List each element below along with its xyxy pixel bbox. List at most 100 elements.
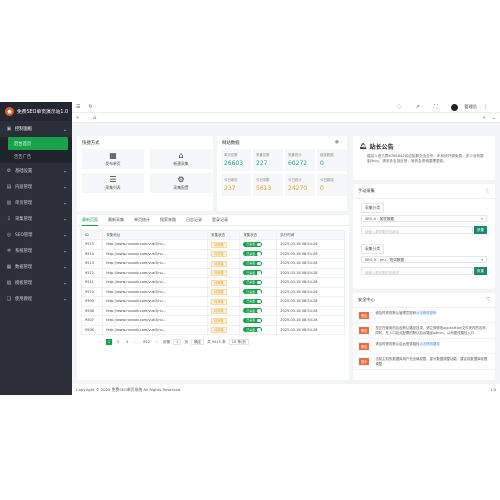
table-row[interactable]: 9511 http://www.runoob.com/vue3/nu... 待采集 已… [80,277,345,288]
tabs-close-icon[interactable]: ⌄ [492,115,496,121]
cell-url[interactable]: http://www.runoob.com/vue3/nu... [102,296,209,307]
sidebar-item[interactable]: ▧ 模板管理 ▾ [0,275,72,291]
quick-action-button[interactable]: ▦ 发布单页 [82,149,144,169]
toggle-label: 已采集 [246,308,256,313]
tabs-left-icon[interactable]: « [76,115,79,121]
security-text: 请及时修改默认后台登录路径点击修改路径 [375,342,439,347]
list-icon: ☰ [109,175,117,184]
table-row[interactable]: 9510 http://www.runoob.com/vue3/nu... 待采集 已… [80,286,345,297]
crawl-button-1[interactable]: 采集 [474,226,487,234]
crawl-button-2[interactable]: 采集 [474,267,487,275]
bell-icon: 🔔︎ [359,143,367,150]
status-toggle[interactable]: 已采集 [243,241,262,247]
status-toggle[interactable]: 已采集 [243,327,262,333]
status-toggle[interactable]: 已采集 [243,260,262,266]
sidebar-item[interactable]: ▣ 控制面板 ▴ [0,121,72,137]
username[interactable]: 管理员 [464,104,477,110]
page-button[interactable]: 3 [124,339,130,345]
category-select-2[interactable]: SEO-5 - (m) - 短词数据 ▾ [361,256,487,263]
sidebar-item[interactable]: ⇩ 采集管理 ▾ [0,211,72,227]
help-icon[interactable]: ⓘ [486,188,491,194]
status-toggle[interactable]: 已采集 [243,317,262,323]
sidebar-subitem[interactable]: 告告广告 [0,150,72,163]
brand[interactable]: ● 免费SEO单页演示站1.0 [0,102,72,121]
status-toggle[interactable]: 已采集 [243,270,262,276]
category-select-1[interactable]: SEO-5 - 某些数据 ▾ [361,215,487,222]
clear-cache-icon[interactable]: ◌ [397,104,401,110]
page-size-select[interactable]: 10 条/页 [228,339,249,345]
quick-action-button[interactable]: ☰ 采集列表 [82,173,144,193]
toggle-knob [257,309,261,313]
page-button[interactable]: 1 [106,339,112,345]
menu-toggle-icon[interactable]: ☰ [76,104,80,110]
home-tab-icon[interactable]: ⌂ [93,115,96,121]
security-link[interactable]: 点击修改路径 [419,342,439,346]
sidebar-item[interactable]: ▥ 单页管理 ▾ [0,195,72,211]
more-icon[interactable]: ⋮ [483,104,488,110]
table-row[interactable]: 9513 http://www.runoob.com/vue3/nu... 待采集 已… [80,258,345,269]
stat-tile: 今日链接 0 [317,174,347,196]
page-button[interactable]: 952 [142,339,151,345]
tab-records[interactable]: 日志记录 [186,215,202,226]
status-toggle[interactable]: 已采集 [243,251,262,257]
cell-status: 待采集 [207,286,241,297]
tabs-right-icon[interactable]: » [483,115,486,121]
cell-url[interactable]: http://www.runoob.com/vue3/nu... [102,258,209,269]
table-row[interactable]: 9515 http://www.runoob.com/vue3/nu... 待采集 已… [80,239,345,250]
sidebar-item[interactable]: ⚙ 基础设置 ▾ [0,163,72,179]
status-toggle[interactable]: 已采集 [243,308,262,314]
quick-action-label: 采集配置 [173,185,189,190]
keyword-input-2[interactable]: 请输入要采集的关键词 [361,267,473,275]
cell-url[interactable]: http://www.runoob.com/vue3/nu... [102,267,209,278]
status-toggle[interactable]: 已采集 [243,279,262,285]
cell-url[interactable]: http://www.runoob.com/vue3/nu... [102,277,209,288]
table-row[interactable]: 9514 http://www.runoob.com/vue3/nu... 待采集 已… [80,248,345,259]
tab-records[interactable]: 登录记录 [212,215,228,226]
table-row[interactable]: 9512 http://www.runoob.com/vue3/nu... 待采集 已… [80,267,345,278]
goto-page-input[interactable]: 1 [173,339,182,345]
sidebar-subitem[interactable]: 后台首页 [8,137,68,150]
sidebar-item[interactable]: ▦ 数据管理 ▾ [0,259,72,275]
table-row[interactable]: 9508 http://www.runoob.com/vue3/nu... 待采集 已… [80,305,345,316]
stat-tile: 今日采集 5613 [253,174,283,196]
avatar[interactable] [451,103,459,111]
cell-url[interactable]: http://www.runoob.com/vue3/nu... [102,315,209,326]
cell-url[interactable]: http://www.runoob.com/vue3/nu... [102,324,209,335]
cell-url[interactable]: http://www.runoob.com/vue3/nu... [102,305,209,316]
next-page-icon[interactable]: › [154,339,160,345]
category-select-2-value: SEO-5 - (m) - 短词数据 [365,258,404,262]
status-badge: 待采集 [211,317,227,324]
sidebar-item[interactable]: ✲ 系统管理 ▾ [0,243,72,259]
table-row[interactable]: 9507 http://www.runoob.com/vue3/nu... 待采集 已… [80,315,345,326]
prev-page-icon[interactable]: ‹ [97,339,103,345]
goto-confirm-button[interactable]: 确定 [190,339,205,345]
quick-action-button[interactable]: ⌂ 新建采集 [150,149,212,169]
tab-records[interactable]: 搜索来路 [160,215,176,226]
status-toggle[interactable]: 已采集 [243,289,262,295]
keyword-input-1[interactable]: 请输入要采集的关键词 [361,226,473,234]
sidebar-item[interactable]: ◎ SEO管理 ▾ [0,227,72,243]
status-toggle[interactable]: 已采集 [243,298,262,304]
fullscreen-icon[interactable]: ⛶ [434,104,438,110]
tab-records[interactable]: 最新页面 [82,215,98,226]
cell-url[interactable]: http://www.runoob.com/vue3/nu... [102,286,209,297]
security-message: 请及时修改默认管理员密码 [375,311,417,315]
tab-records[interactable]: 单页统计 [134,215,150,226]
link-icon[interactable]: ⇗ [416,104,420,110]
table-row[interactable]: 9506 http://www.runoob.com/vue3/nu... 待采集 已… [80,324,345,335]
page-button[interactable]: 2 [115,339,121,345]
sidebar-item[interactable]: ❑ 使用教程 ▾ [0,291,72,307]
column-header: 执行时间 [276,230,345,240]
table-row[interactable]: 9509 http://www.runoob.com/vue3/nu... 待采集 已… [80,296,345,307]
stats-menu-icon[interactable]: ● ‹ [335,140,342,146]
cell-url[interactable]: http://www.runoob.com/vue3/nu... [102,239,209,250]
refresh-icon[interactable]: ↻ [88,104,92,110]
cell-switch: 已采集 [239,277,278,288]
sidebar-item[interactable]: ▤ 内容管理 ▾ [0,179,72,195]
tab-records[interactable]: 最新采集 [108,215,124,226]
warning-badge: 警告 [359,327,370,334]
security-link[interactable]: 点击修改密码 [416,311,436,315]
cell-url[interactable]: http://www.runoob.com/vue3/nu... [102,248,209,259]
quick-action-button[interactable]: ⚙ 采集配置 [150,173,212,193]
cell-switch: 已采集 [239,296,278,307]
